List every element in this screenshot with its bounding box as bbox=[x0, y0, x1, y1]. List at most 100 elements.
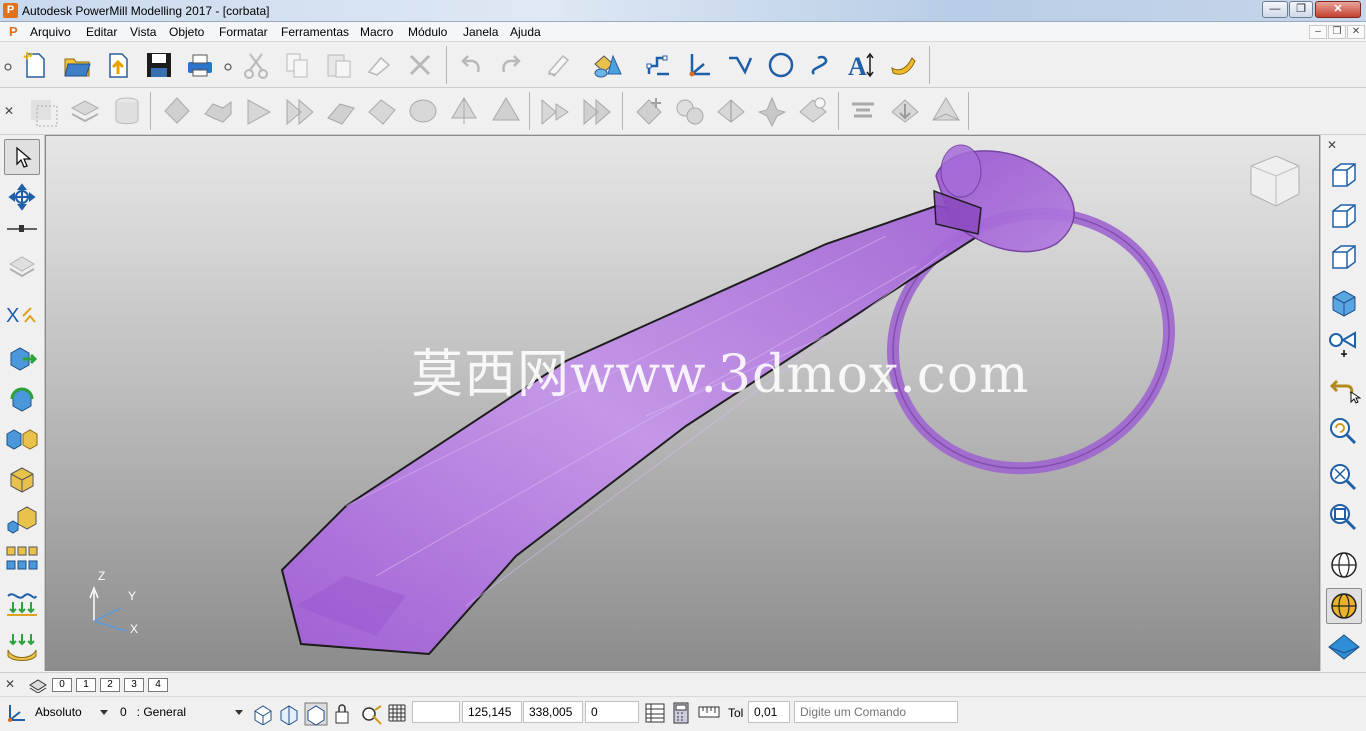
zoom-box-button[interactable] bbox=[1326, 499, 1362, 535]
layer-tab-1[interactable]: 1 bbox=[76, 678, 96, 692]
view-solid-button[interactable] bbox=[1326, 285, 1362, 321]
edit-pencil-button[interactable] bbox=[540, 46, 578, 84]
layers-icon[interactable] bbox=[28, 677, 48, 693]
lay-down-button[interactable] bbox=[4, 629, 40, 665]
menu-ajuda[interactable]: Ajuda bbox=[510, 25, 541, 39]
select-button[interactable] bbox=[4, 139, 40, 175]
curve-button[interactable] bbox=[802, 46, 840, 84]
line-button[interactable] bbox=[721, 46, 759, 84]
cylinder-button[interactable] bbox=[108, 92, 146, 130]
plane-shade-button[interactable] bbox=[1326, 629, 1362, 665]
layer-button[interactable] bbox=[66, 92, 104, 130]
zoom-fit-button[interactable] bbox=[1326, 459, 1362, 495]
menu-editar[interactable]: Editar bbox=[86, 25, 117, 39]
layer-tab-3[interactable]: 3 bbox=[124, 678, 144, 692]
primitive-button[interactable] bbox=[590, 46, 628, 84]
rotate-view-button[interactable] bbox=[4, 179, 40, 215]
rotate-button[interactable] bbox=[4, 381, 40, 417]
close-window-button[interactable]: ✕ bbox=[1315, 1, 1361, 18]
solid-1-button[interactable] bbox=[158, 92, 196, 130]
layer-tab-2[interactable]: 2 bbox=[100, 678, 120, 692]
plane-button[interactable] bbox=[4, 247, 40, 283]
cone-button[interactable] bbox=[927, 92, 965, 130]
mdi-close-button[interactable]: ✕ bbox=[1347, 25, 1365, 39]
view-camera-button[interactable] bbox=[1326, 325, 1362, 361]
view-iso3-button[interactable] bbox=[1326, 239, 1362, 275]
menu-logo-icon[interactable]: P bbox=[9, 24, 18, 39]
offset-button[interactable] bbox=[4, 461, 40, 497]
axis-button[interactable] bbox=[680, 46, 718, 84]
close-panel-icon[interactable]: ✕ bbox=[1327, 138, 1337, 152]
solid-7-button[interactable] bbox=[445, 92, 483, 130]
menu-arquivo[interactable]: Arquivo bbox=[30, 25, 71, 39]
paste-button[interactable] bbox=[320, 46, 358, 84]
select-box-button[interactable] bbox=[25, 92, 63, 130]
save-button[interactable] bbox=[140, 46, 178, 84]
ruler-icon[interactable] bbox=[698, 705, 720, 719]
spread-button[interactable] bbox=[844, 92, 882, 130]
select-surface-icon[interactable] bbox=[278, 703, 300, 725]
graphics-viewport[interactable]: 莫西网www.3dmox.com Z Y X bbox=[45, 135, 1320, 671]
coord-y-field[interactable]: 338,005 bbox=[523, 701, 583, 723]
workplane-select[interactable]: 0 : General bbox=[115, 701, 245, 723]
select-solid-icon[interactable] bbox=[252, 703, 274, 725]
view-iso1-button[interactable] bbox=[1326, 157, 1362, 193]
zoom-reset-button[interactable] bbox=[1326, 413, 1362, 449]
z-solid-button[interactable] bbox=[794, 92, 832, 130]
lock-icon[interactable] bbox=[333, 703, 353, 725]
circle-button[interactable] bbox=[762, 46, 800, 84]
workplane-button[interactable] bbox=[640, 46, 678, 84]
menu-janela[interactable]: Janela bbox=[463, 25, 498, 39]
solid-8-button[interactable] bbox=[487, 92, 525, 130]
menu-formatar[interactable]: Formatar bbox=[219, 25, 268, 39]
cut-button[interactable] bbox=[237, 46, 275, 84]
new-model-button[interactable] bbox=[16, 46, 54, 84]
delete-button[interactable] bbox=[401, 46, 439, 84]
layer-tab-0[interactable]: 0 bbox=[52, 678, 72, 692]
select-all-icon[interactable] bbox=[304, 702, 328, 726]
split-button[interactable] bbox=[712, 92, 750, 130]
menu-vista[interactable]: Vista bbox=[130, 25, 156, 39]
mirror-button[interactable] bbox=[4, 421, 40, 457]
surface-button[interactable] bbox=[884, 46, 922, 84]
menu-modulo[interactable]: Módulo bbox=[408, 25, 447, 39]
coord-mode-select[interactable]: Absoluto bbox=[30, 701, 110, 723]
mdi-restore-button[interactable]: ❐ bbox=[1328, 25, 1346, 39]
boolean-add-button[interactable] bbox=[630, 92, 668, 130]
coord-x-field[interactable]: 125,145 bbox=[462, 701, 522, 723]
text-button[interactable]: A bbox=[843, 46, 881, 84]
solid-6-button[interactable] bbox=[363, 92, 401, 130]
solid-5-button[interactable] bbox=[322, 92, 360, 130]
solid-4-button[interactable] bbox=[281, 92, 319, 130]
import-button[interactable] bbox=[99, 46, 137, 84]
copy-button[interactable] bbox=[278, 46, 316, 84]
drop-button[interactable] bbox=[886, 92, 924, 130]
close-toolbar-icon[interactable]: ✕ bbox=[4, 104, 14, 118]
view-iso2-button[interactable] bbox=[1326, 198, 1362, 234]
blank-field[interactable] bbox=[412, 701, 460, 723]
coord-z-field[interactable]: 0 bbox=[585, 701, 639, 723]
project-button[interactable] bbox=[4, 585, 40, 621]
command-input[interactable] bbox=[794, 701, 958, 723]
maximize-button[interactable]: ❐ bbox=[1289, 1, 1313, 18]
print-button[interactable] bbox=[181, 46, 219, 84]
redo-button[interactable] bbox=[492, 46, 530, 84]
solid-3-button[interactable] bbox=[240, 92, 278, 130]
open-button[interactable] bbox=[58, 46, 96, 84]
scale-button[interactable] bbox=[4, 501, 40, 537]
toolbar-grip-icon[interactable] bbox=[223, 62, 233, 72]
snap-icon[interactable] bbox=[359, 702, 383, 726]
solid-9-button[interactable] bbox=[536, 92, 574, 130]
solid-10-button[interactable] bbox=[578, 92, 616, 130]
menu-objeto[interactable]: Objeto bbox=[169, 25, 204, 39]
calculator-icon[interactable] bbox=[672, 702, 690, 724]
undo-button[interactable] bbox=[452, 46, 490, 84]
minimize-button[interactable]: — bbox=[1262, 1, 1288, 18]
star-solid-button[interactable] bbox=[753, 92, 791, 130]
pin-button[interactable] bbox=[4, 217, 40, 241]
workplane-status-icon[interactable] bbox=[5, 702, 27, 724]
app-logo-icon[interactable]: P bbox=[3, 3, 18, 18]
transform-button[interactable]: X bbox=[4, 297, 40, 333]
mdi-minimize-button[interactable]: – bbox=[1309, 25, 1327, 39]
eraser-button[interactable] bbox=[361, 46, 399, 84]
